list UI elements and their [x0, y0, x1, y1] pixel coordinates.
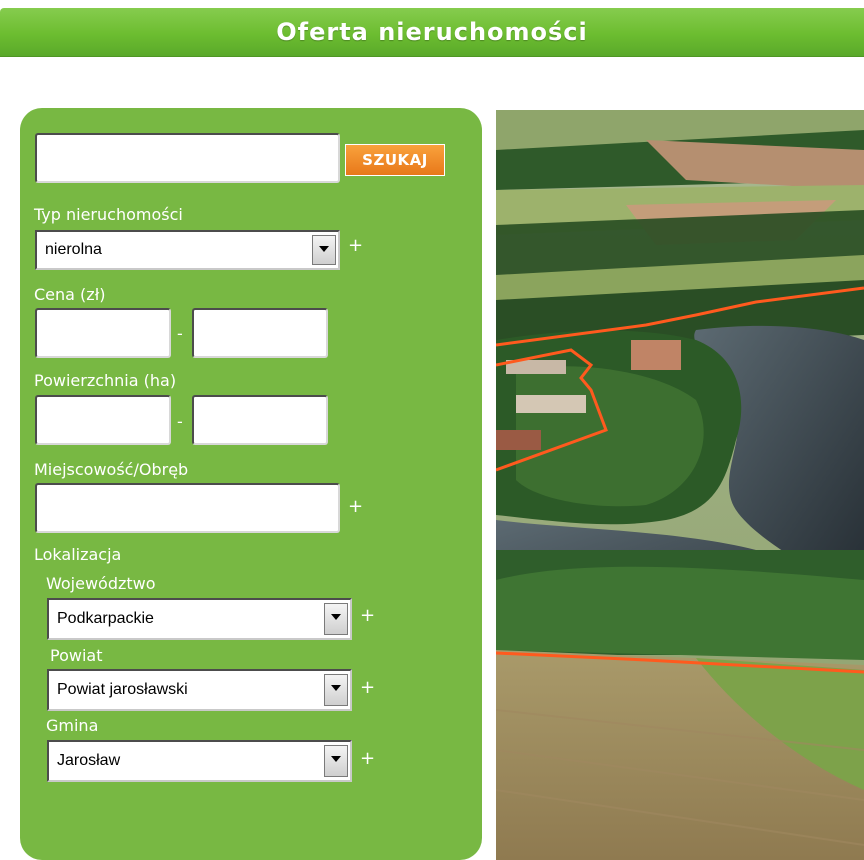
area-label: Powierzchnia (ha)	[34, 371, 177, 390]
location-label: Lokalizacja	[34, 545, 122, 564]
price-label: Cena (zł)	[34, 285, 106, 304]
locality-label: Miejscowość/Obręb	[34, 460, 189, 479]
voivodeship-select[interactable]: Podkarpackie	[47, 598, 352, 640]
district-label: Powiat	[50, 646, 103, 665]
district-value: Powiat jarosławski	[57, 681, 188, 698]
chevron-down-icon[interactable]	[324, 674, 348, 706]
plus-icon[interactable]: +	[360, 748, 375, 769]
locality-input[interactable]	[35, 483, 340, 533]
area-min-input[interactable]	[35, 395, 171, 445]
page-title: Oferta nieruchomości	[276, 18, 588, 46]
chevron-down-icon[interactable]	[312, 235, 336, 265]
commune-label: Gmina	[46, 716, 99, 735]
search-input[interactable]	[35, 133, 340, 183]
search-button[interactable]: SZUKAJ	[345, 144, 445, 176]
property-type-value: nierolna	[45, 241, 102, 258]
aerial-property-photo	[496, 110, 864, 860]
plus-icon[interactable]: +	[348, 496, 363, 517]
chevron-down-icon[interactable]	[324, 745, 348, 777]
voivodeship-label: Województwo	[46, 574, 156, 593]
commune-select[interactable]: Jarosław	[47, 740, 352, 782]
property-type-select[interactable]: nierolna	[35, 230, 340, 270]
plus-icon[interactable]: +	[360, 605, 375, 626]
price-separator: -	[177, 324, 183, 343]
property-type-label: Typ nieruchomości	[34, 205, 183, 224]
district-select[interactable]: Powiat jarosławski	[47, 669, 352, 711]
commune-value: Jarosław	[57, 752, 121, 769]
price-min-input[interactable]	[35, 308, 171, 358]
price-max-input[interactable]	[192, 308, 328, 358]
chevron-down-icon[interactable]	[324, 603, 348, 635]
area-separator: -	[177, 412, 183, 431]
plus-icon[interactable]: +	[360, 677, 375, 698]
plus-icon[interactable]: +	[348, 235, 363, 256]
aerial-photo-illustration	[496, 110, 864, 860]
header-bar: Oferta nieruchomości	[0, 8, 864, 57]
voivodeship-value: Podkarpackie	[57, 610, 154, 627]
area-max-input[interactable]	[192, 395, 328, 445]
